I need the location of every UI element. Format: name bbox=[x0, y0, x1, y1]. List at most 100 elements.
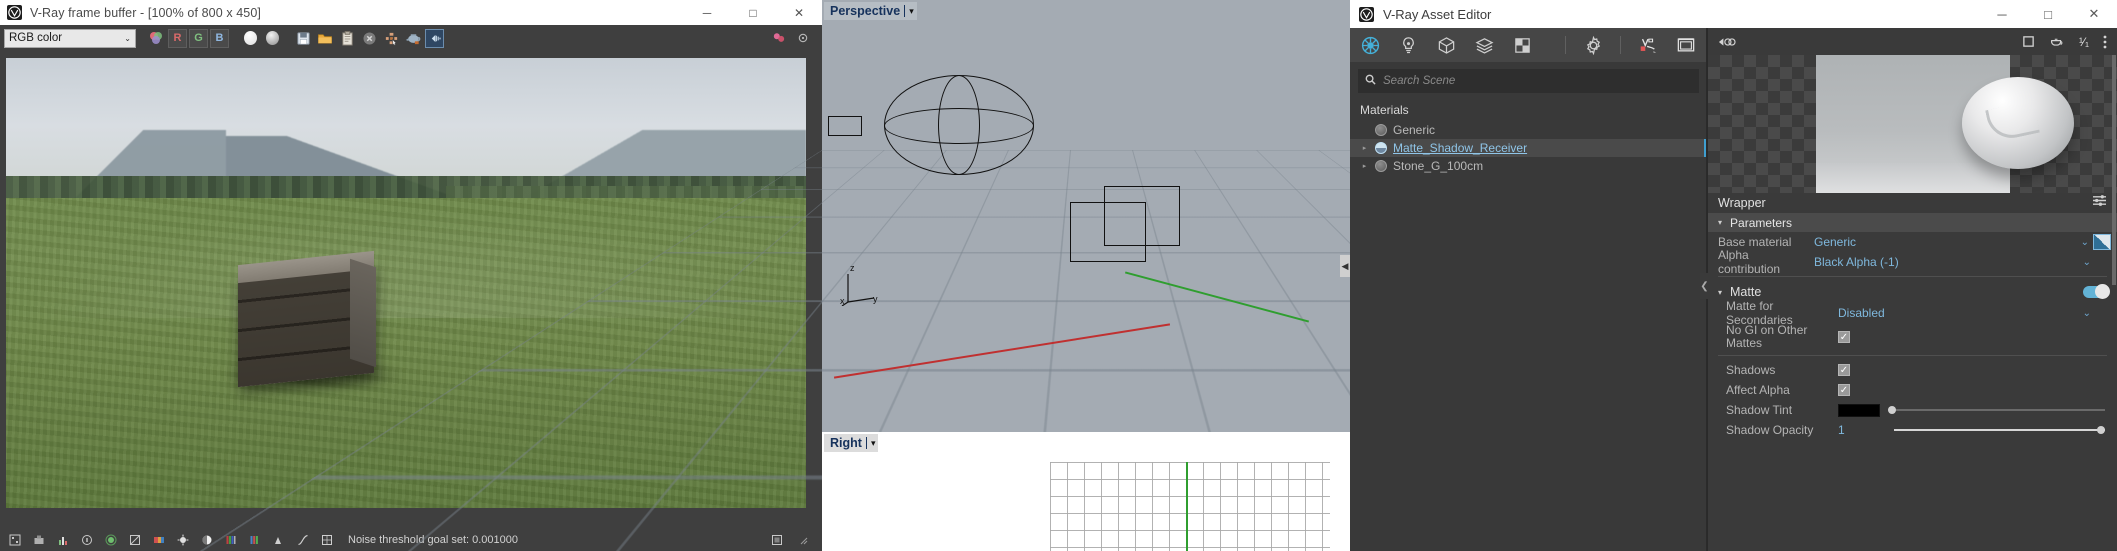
sliders-icon[interactable] bbox=[2092, 194, 2107, 212]
color-channels-icon[interactable] bbox=[146, 28, 166, 48]
materials-tab-icon[interactable] bbox=[1360, 34, 1382, 56]
shadows-checkbox[interactable]: ✓ bbox=[1838, 364, 1850, 376]
chevron-down-icon[interactable]: ⌄ bbox=[2083, 308, 2117, 319]
lights-tab-icon[interactable] bbox=[1398, 34, 1420, 56]
render-elements-tab-icon[interactable] bbox=[1474, 34, 1496, 56]
stamp-icon[interactable] bbox=[29, 530, 49, 550]
material-list-item-stone-g-100cm[interactable]: ▸ Stone_G_100cm bbox=[1350, 157, 1707, 175]
pixel-info-icon[interactable] bbox=[77, 530, 97, 550]
kebab-menu-icon[interactable] bbox=[2103, 35, 2107, 49]
blue-channel-icon[interactable]: B bbox=[210, 28, 229, 48]
expand-caret-icon[interactable]: ▸ bbox=[1360, 162, 1369, 170]
copy-to-clipboard-icon[interactable] bbox=[337, 28, 357, 48]
channel-select[interactable]: RGB color ⌄ bbox=[4, 28, 136, 48]
no-gi-on-other-mattes-checkbox[interactable]: ✓ bbox=[1838, 331, 1850, 343]
maximize-button[interactable]: □ bbox=[2025, 0, 2071, 28]
srgb-icon[interactable] bbox=[149, 530, 169, 550]
save-image-icon[interactable] bbox=[293, 28, 313, 48]
row-no-gi-on-other-mattes[interactable]: No GI on Other Mattes ✓ bbox=[1708, 323, 2117, 351]
row-alpha-contribution[interactable]: Alpha contribution Black Alpha (-1) ⌄ bbox=[1708, 248, 2117, 276]
exposure-icon[interactable] bbox=[173, 530, 193, 550]
shadow-tint-slider[interactable] bbox=[1888, 406, 2105, 414]
red-channel-icon[interactable]: R bbox=[168, 28, 187, 48]
lens-effects-icon[interactable] bbox=[101, 530, 121, 550]
render-history-icon[interactable] bbox=[769, 28, 789, 48]
row-matte-for-secondaries[interactable]: Matte for Secondaries Disabled ⌄ bbox=[1708, 299, 2117, 327]
search-scene-field[interactable]: Search Scene bbox=[1358, 69, 1699, 93]
settings-gear-icon[interactable] bbox=[1582, 34, 1604, 56]
row-shadows[interactable]: Shadows ✓ bbox=[1708, 360, 2117, 380]
chevron-down-icon[interactable]: ⌄ bbox=[2081, 237, 2093, 248]
render-with-vray-icon[interactable] bbox=[1637, 34, 1659, 56]
base-material-swatch-icon[interactable] bbox=[2093, 234, 2111, 250]
maximize-button[interactable]: □ bbox=[730, 0, 776, 25]
preview-floor bbox=[1816, 163, 2010, 193]
material-list-item-matte-shadow-receiver[interactable]: ▸ Matte_Shadow_Receiver bbox=[1350, 139, 1707, 157]
frame-buffer-titlebar: V-Ray frame buffer - [100% of 800 x 450]… bbox=[0, 0, 822, 25]
row-value[interactable]: Black Alpha (-1) bbox=[1814, 255, 1899, 269]
viewport-tab-right[interactable]: Right ▾ bbox=[824, 434, 879, 452]
row-label: Affect Alpha bbox=[1726, 383, 1790, 397]
row-shadow-opacity[interactable]: Shadow Opacity 1 bbox=[1708, 420, 2117, 440]
render-in-frame-buffer-icon[interactable] bbox=[1675, 34, 1697, 56]
color-corrections-icon[interactable] bbox=[425, 28, 444, 48]
material-list-item-generic[interactable]: ▸ Generic bbox=[1350, 121, 1707, 139]
material-swatch-icon bbox=[1375, 124, 1387, 136]
green-channel-icon[interactable]: G bbox=[189, 28, 208, 48]
region-render-icon[interactable] bbox=[381, 28, 401, 48]
affect-alpha-checkbox[interactable]: ✓ bbox=[1838, 384, 1850, 396]
vfb-settings-icon[interactable] bbox=[793, 28, 813, 48]
chevron-down-icon[interactable]: ▾ bbox=[909, 6, 914, 17]
preview-shape-cube-icon[interactable] bbox=[2022, 35, 2035, 48]
svg-text:x: x bbox=[840, 296, 845, 306]
histogram-icon[interactable] bbox=[53, 530, 73, 550]
chevron-down-icon[interactable]: ▾ bbox=[871, 438, 876, 449]
matte-enable-toggle[interactable] bbox=[2083, 284, 2110, 299]
material-name: Generic bbox=[1393, 123, 1436, 137]
row-value[interactable]: Disabled bbox=[1838, 306, 1885, 320]
preview-toggle-icon[interactable] bbox=[1718, 36, 1736, 48]
shadow-opacity-slider[interactable] bbox=[1894, 426, 2105, 434]
viewport-label: Perspective bbox=[830, 4, 901, 18]
row-label: Shadow Tint bbox=[1726, 403, 1793, 417]
monochrome-icon[interactable] bbox=[262, 28, 282, 48]
viewport-tab-perspective[interactable]: Perspective ▾ bbox=[824, 2, 917, 20]
material-swatch-icon bbox=[1375, 142, 1387, 154]
textures-tab-icon[interactable] bbox=[1512, 34, 1534, 56]
row-shadow-tint[interactable]: Shadow Tint bbox=[1708, 400, 2117, 420]
render-last-icon[interactable] bbox=[5, 530, 25, 550]
properties-scrollbar[interactable] bbox=[2112, 55, 2116, 285]
expand-caret-icon[interactable]: ▸ bbox=[1360, 144, 1369, 152]
properties-collapse-handle[interactable]: ❮ bbox=[1700, 273, 1709, 299]
vray-asset-editor-window: V-Ray Asset Editor ─ □ ✕ Search Scene Ma… bbox=[1350, 0, 2117, 551]
row-label: Shadows bbox=[1726, 363, 1776, 377]
panel-collapse-handle[interactable]: ◀ bbox=[1340, 255, 1350, 277]
row-affect-alpha[interactable]: Affect Alpha ✓ bbox=[1708, 380, 2117, 400]
shadow-tint-color-swatch[interactable] bbox=[1838, 403, 1880, 417]
search-icon bbox=[1365, 72, 1376, 90]
preview-resolution[interactable]: ¹⁄₁ bbox=[2079, 35, 2089, 49]
parameters-section-header[interactable]: ▾ Parameters bbox=[1708, 213, 2117, 232]
close-button[interactable]: ✕ bbox=[2071, 0, 2117, 28]
rhino-viewports: z x y Perspective ▾ ◀ Right ▾ bbox=[0, 0, 2117, 551]
frame-buffer-title: V-Ray frame buffer - [100% of 800 x 450] bbox=[30, 5, 261, 20]
row-value[interactable]: Generic bbox=[1814, 235, 1856, 249]
frame-buffer-toolbar: RGB color ⌄ R G B bbox=[0, 25, 822, 51]
material-preview[interactable] bbox=[1708, 55, 2117, 193]
force-color-clamp-icon[interactable] bbox=[125, 530, 145, 550]
section-divider bbox=[1718, 355, 2107, 356]
minimize-button[interactable]: ─ bbox=[1979, 0, 2025, 28]
close-button[interactable]: ✕ bbox=[776, 0, 822, 25]
geometry-tab-icon[interactable] bbox=[1436, 34, 1458, 56]
load-image-icon[interactable] bbox=[315, 28, 335, 48]
section-divider bbox=[1718, 276, 2107, 277]
preview-shape-teapot-icon[interactable] bbox=[2049, 35, 2065, 48]
asset-editor-body: Search Scene Materials ▸ Generic ▸ Matte… bbox=[1350, 28, 2117, 551]
alpha-icon[interactable] bbox=[240, 28, 260, 48]
vray-teapot-icon[interactable] bbox=[403, 28, 423, 48]
viewport-perspective[interactable]: z x y Perspective ▾ ◀ bbox=[0, 0, 2117, 551]
asset-editor-titlebar: V-Ray Asset Editor ─ □ ✕ bbox=[1350, 0, 2117, 28]
minimize-button[interactable]: ─ bbox=[684, 0, 730, 25]
shadow-opacity-value[interactable]: 1 bbox=[1838, 423, 1886, 437]
clear-image-icon[interactable] bbox=[359, 28, 379, 48]
